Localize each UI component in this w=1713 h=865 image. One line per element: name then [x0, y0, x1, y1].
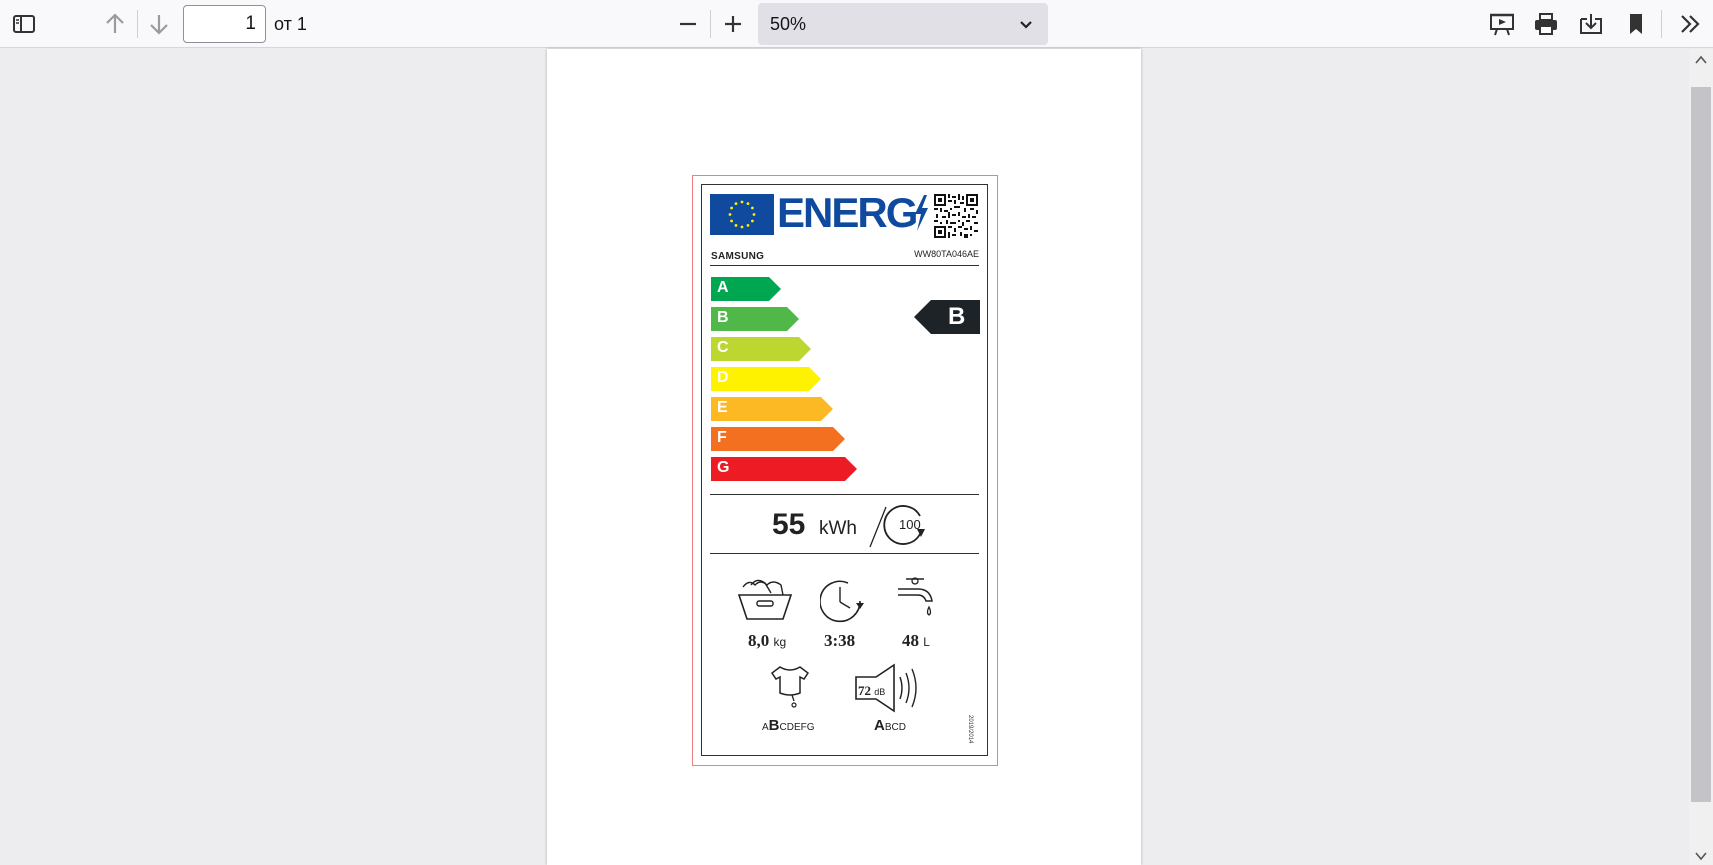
printer-icon — [1535, 13, 1557, 35]
class-bar-shape — [711, 427, 845, 451]
zoom-value: 50% — [770, 14, 807, 34]
divider — [710, 494, 979, 495]
scrollbar-thumb[interactable] — [1691, 87, 1711, 802]
lightning-icon — [915, 195, 928, 231]
spin-class-rest: CDEFG — [779, 722, 815, 733]
bookmark-button[interactable] — [1618, 6, 1654, 42]
model-number: WW80TA046AE — [914, 249, 979, 259]
spin-drying-icon — [770, 666, 810, 708]
energy-rating: B — [948, 303, 966, 330]
energy-consumption-value: 55 — [772, 508, 806, 541]
class-letter: E — [717, 399, 728, 416]
pdf-toolbar: от 1 50% — [0, 0, 1713, 48]
energy-label: ENERG SAMSUNG WW80TA046AE A B C D E F G … — [701, 184, 988, 756]
toolbar-separator — [137, 10, 138, 38]
duration-value: 3:38 — [824, 631, 856, 650]
spin-efficiency-class: ABCDEFG — [762, 717, 815, 734]
next-page-button[interactable] — [141, 6, 177, 42]
page-number-input[interactable] — [183, 5, 266, 43]
sidebar-toggle-button[interactable] — [6, 6, 42, 42]
download-icon — [1580, 14, 1602, 34]
toolbar-separator — [1661, 10, 1662, 38]
class-bar-shape — [711, 397, 833, 421]
pdf-page: ENERG SAMSUNG WW80TA046AE A B C D E F G … — [547, 49, 1141, 865]
capacity-value: 8,0 — [748, 631, 770, 650]
noise-value: 72 — [858, 683, 871, 698]
print-button[interactable] — [1528, 6, 1564, 42]
eu-flag-icon — [710, 194, 774, 235]
clock-icon — [820, 580, 864, 623]
bookmark-icon — [1630, 14, 1642, 34]
arrow-up-icon — [106, 13, 124, 33]
class-letter: B — [717, 309, 729, 326]
brand-name: SAMSUNG — [711, 251, 765, 262]
zoom-in-button[interactable] — [715, 6, 751, 42]
water-value: 48 — [902, 631, 919, 650]
water-tap-icon — [898, 577, 933, 616]
previous-page-button[interactable] — [97, 6, 133, 42]
minus-icon — [680, 22, 696, 26]
page-count: от 1 — [274, 14, 307, 34]
scroll-up-icon[interactable] — [1694, 53, 1708, 67]
presentation-icon — [1490, 13, 1514, 36]
capacity-unit: kg — [773, 635, 787, 649]
laundry-basket-icon — [737, 579, 793, 620]
vertical-scrollbar[interactable] — [1689, 49, 1713, 865]
qr-code-icon — [934, 194, 978, 238]
divider — [710, 553, 979, 554]
energy-label-frame: ENERG SAMSUNG WW80TA046AE A B C D E F G … — [692, 175, 998, 766]
water-metric: 48 L — [902, 631, 930, 651]
plus-icon — [725, 16, 741, 32]
divider — [710, 265, 979, 266]
energy-label-title: ENERG — [777, 189, 918, 236]
save-button[interactable] — [1573, 6, 1609, 42]
noise-class-rest: BCD — [884, 722, 906, 733]
energy-consumption-unit: kWh — [819, 518, 857, 539]
water-unit: L — [923, 635, 930, 649]
class-letter: G — [717, 459, 730, 476]
presentation-mode-button[interactable] — [1484, 6, 1520, 42]
double-chevron-right-icon — [1681, 15, 1700, 33]
toolbar-separator — [710, 10, 711, 38]
noise-unit: dB — [874, 687, 886, 697]
arrow-down-icon — [150, 15, 168, 35]
class-letter: D — [717, 369, 729, 386]
tools-menu-button[interactable] — [1672, 6, 1708, 42]
noise-metric: 72 dB — [858, 683, 885, 699]
class-letter: F — [717, 429, 727, 446]
cycles-count: 100 — [899, 517, 921, 532]
class-bar-shape — [711, 457, 857, 481]
capacity-metric: 8,0 kg — [748, 631, 786, 651]
sidebar-icon — [13, 15, 35, 33]
noise-class: ABCD — [874, 717, 906, 734]
noise-class-current: A — [874, 717, 885, 734]
scroll-down-icon[interactable] — [1694, 849, 1708, 863]
class-letter: A — [717, 279, 729, 296]
zoom-select[interactable]: 50% — [758, 3, 1048, 45]
energy-rating-arrow: B — [914, 300, 980, 334]
chevron-down-icon — [1020, 21, 1032, 29]
spin-class-low: A — [762, 722, 769, 733]
class-letter: C — [717, 339, 729, 356]
document-viewer[interactable]: ENERG SAMSUNG WW80TA046AE A B C D E F G … — [0, 49, 1713, 865]
zoom-out-button[interactable] — [670, 6, 706, 42]
regulation-number: 2019/2014 — [967, 715, 973, 744]
spin-class-current: B — [768, 717, 780, 734]
